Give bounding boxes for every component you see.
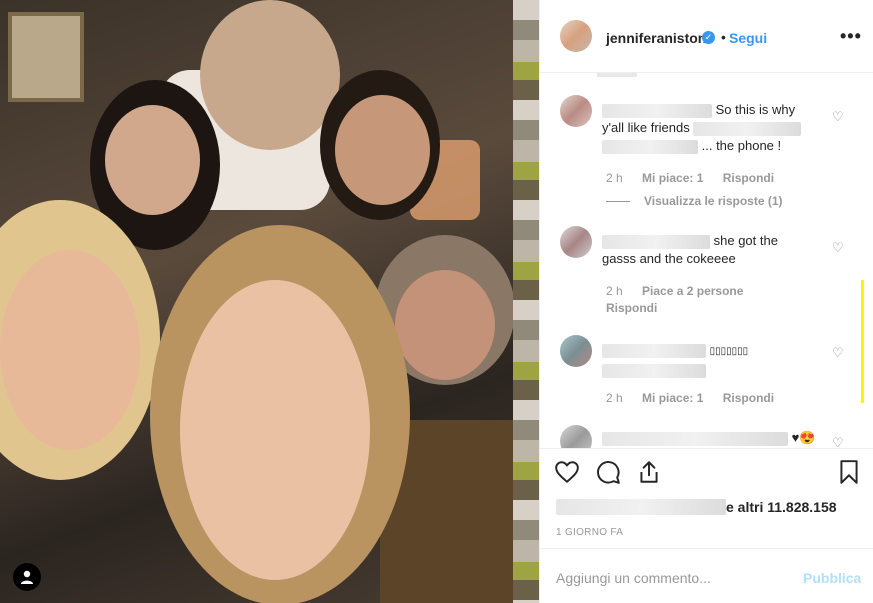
post-header: jenniferaniston ✓ • Segui ••• — [540, 0, 873, 73]
comment-meta: 2 h Piace a 2 persone — [606, 284, 759, 298]
user-icon[interactable] — [13, 563, 41, 591]
comment-meta: 2 h Mi piace: 1 Rispondi — [606, 391, 790, 405]
comment-time: 2 h — [606, 171, 623, 185]
view-replies-label: Visualizza le risposte (1) — [644, 194, 783, 208]
photo-detail — [200, 0, 340, 150]
heart-icon[interactable] — [554, 459, 580, 485]
post-timestamp[interactable]: 1 GIORNO FA — [556, 527, 623, 538]
more-options-icon[interactable]: ••• — [840, 26, 862, 47]
comment-text-line: y'all like friends — [602, 120, 690, 135]
post-photo[interactable] — [0, 0, 539, 603]
like-comment-heart-icon[interactable]: ♡ — [832, 109, 844, 125]
follow-button[interactable]: Segui — [729, 30, 767, 46]
comment-text: ♥😍 — [602, 429, 832, 447]
reply-button[interactable]: Rispondi — [606, 301, 657, 315]
avatar[interactable] — [560, 425, 592, 448]
comment-input[interactable]: Aggiungi un commento... — [556, 570, 711, 586]
pixelated-strip — [513, 0, 539, 603]
share-icon[interactable] — [636, 459, 662, 485]
comment-meta: 2 h Mi piace: 1 Rispondi — [606, 171, 790, 185]
blurred-username — [556, 499, 726, 515]
comment-likes[interactable]: Mi piace: 1 — [642, 171, 703, 185]
likes-count-label: e altri 11.828.158 — [726, 499, 837, 515]
comment-text: she got the gasss and the cokeeee — [602, 232, 832, 268]
like-comment-heart-icon[interactable]: ♡ — [832, 435, 844, 448]
bookmark-icon[interactable] — [836, 459, 862, 485]
comment-time: 2 h — [606, 391, 623, 405]
blurred-username — [602, 343, 706, 358]
comment-text-line: ... the phone ! — [701, 138, 782, 153]
emoji-placeholders: ▯▯▯▯▯▯▯ — [709, 346, 749, 357]
photo-detail — [335, 95, 430, 205]
comment-likes[interactable]: Mi piace: 1 — [642, 391, 703, 405]
comment-time: 2 h — [606, 284, 623, 298]
blurred-text — [602, 363, 706, 378]
username-link[interactable]: jenniferaniston — [606, 30, 706, 46]
comment-text: So this is why y'all like friends ... th… — [602, 101, 832, 155]
blurred-username — [602, 103, 712, 118]
like-comment-heart-icon[interactable]: ♡ — [832, 345, 844, 361]
view-replies-button[interactable]: Visualizza le risposte (1) — [606, 194, 783, 208]
post-actions: e altri 11.828.158 1 GIORNO FA — [540, 448, 873, 548]
avatar[interactable] — [560, 95, 592, 127]
separator: • — [721, 29, 726, 45]
avatar[interactable] — [560, 335, 592, 367]
photo-detail — [395, 270, 495, 380]
likes-count[interactable]: e altri 11.828.158 — [556, 499, 837, 515]
comments-list[interactable]: So this is why y'all like friends ... th… — [540, 73, 873, 448]
avatar[interactable] — [560, 226, 592, 258]
comment-icon[interactable] — [595, 459, 621, 485]
comment-meta: Rispondi — [606, 301, 673, 315]
comment-text-line: So this is why — [715, 102, 796, 117]
photo-detail — [105, 105, 200, 215]
wall-painting — [8, 12, 84, 102]
blurred-text — [602, 139, 698, 154]
comment-text-line: ♥😍 — [791, 430, 816, 445]
comment-likes[interactable]: Piace a 2 persone — [642, 284, 743, 298]
post-comment-button[interactable]: Pubblica — [803, 570, 861, 586]
like-comment-heart-icon[interactable]: ♡ — [832, 240, 844, 256]
avatar[interactable] — [560, 20, 592, 52]
verified-badge-icon: ✓ — [702, 31, 715, 44]
reply-button[interactable]: Rispondi — [723, 391, 774, 405]
blurred-text — [597, 73, 637, 77]
comment-text-line: she got the — [713, 233, 778, 248]
add-comment-bar: Aggiungi un commento... Pubblica — [540, 548, 873, 603]
scroll-highlight — [861, 280, 864, 403]
photo-detail — [0, 250, 140, 450]
post-side-panel: jenniferaniston ✓ • Segui ••• So this is… — [539, 0, 873, 603]
blurred-text — [693, 121, 802, 136]
comment-text: ▯▯▯▯▯▯▯ — [602, 341, 832, 379]
blurred-username — [602, 431, 788, 446]
divider — [606, 200, 630, 202]
blurred-username — [602, 234, 710, 249]
comment-text-line: gasss and the cokeeee — [602, 251, 736, 266]
photo-detail — [180, 280, 370, 580]
reply-button[interactable]: Rispondi — [723, 171, 774, 185]
